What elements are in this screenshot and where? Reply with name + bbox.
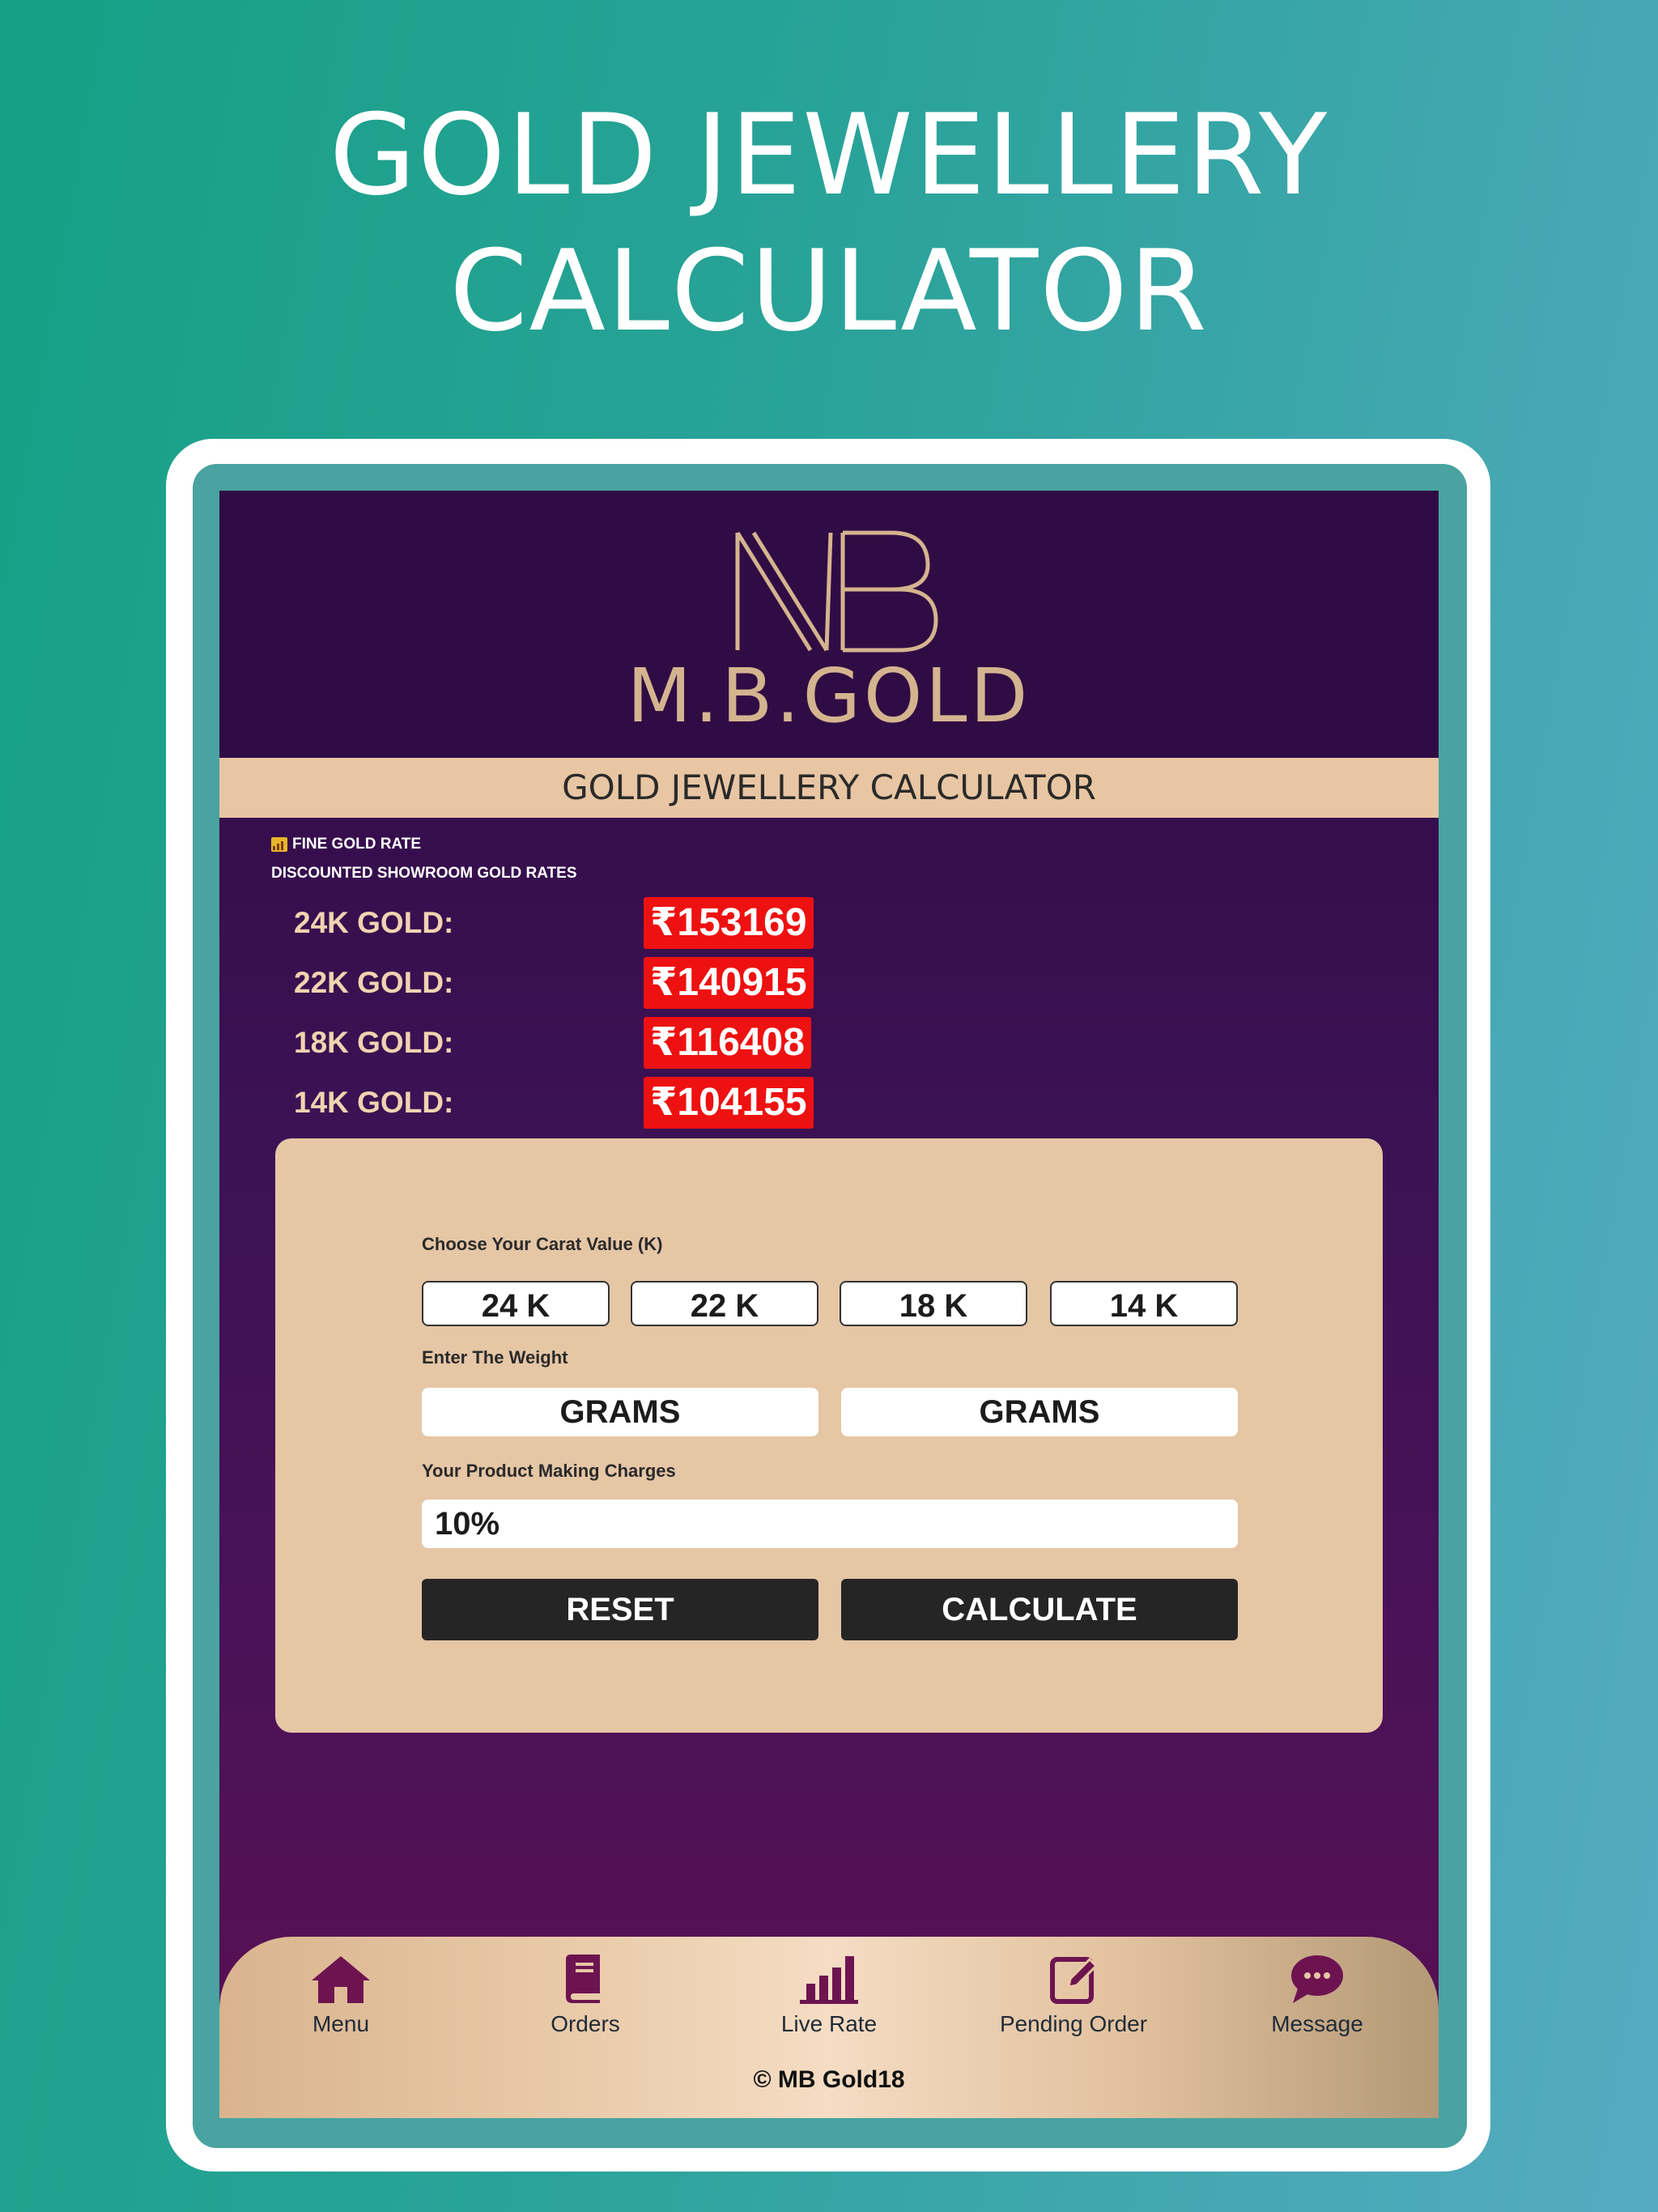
rate-row-18k: 18K GOLD: ₹116408: [294, 1017, 942, 1069]
weight-grams-input-2[interactable]: GRAMS: [841, 1388, 1238, 1436]
making-charges-input[interactable]: 10%: [422, 1499, 1238, 1548]
nav-item-pending-order[interactable]: Pending Order: [993, 1953, 1154, 2037]
carat-label: Choose Your Carat Value (K): [422, 1234, 663, 1254]
calculator-card: Choose Your Carat Value (K) 24 K 22 K 18…: [275, 1138, 1383, 1733]
app-screen: M.B.GOLD GOLD JEWELLERY CALCULATOR FINE …: [219, 491, 1439, 2118]
nav-label: Menu: [312, 2011, 370, 2036]
nav-label: Orders: [551, 2011, 620, 2036]
brand-name: M.B.GOLD: [627, 653, 1031, 739]
page-title: GOLD JEWELLERY CALCULATOR: [219, 758, 1439, 818]
edit-icon: [1050, 1957, 1099, 2004]
home-icon: [312, 1956, 370, 2003]
rate-value-badge: ₹116408: [644, 1017, 811, 1069]
making-charges-label: Your Product Making Charges: [422, 1461, 676, 1481]
nav-item-live-rate[interactable]: Live Rate: [748, 1953, 910, 2037]
carat-18k-button[interactable]: 18 K: [840, 1281, 1027, 1326]
chart-icon: [271, 837, 287, 852]
nav-item-menu[interactable]: Menu: [260, 1953, 422, 2037]
copyright-text: © MB Gold18: [753, 2066, 905, 2093]
carat-22k-button[interactable]: 22 K: [631, 1281, 818, 1326]
discounted-rates-subheading: DISCOUNTED SHOWROOM GOLD RATES: [271, 865, 577, 882]
rate-value-badge: ₹153169: [644, 897, 814, 949]
reset-button[interactable]: RESET: [422, 1579, 818, 1640]
calculate-button[interactable]: CALCULATE: [841, 1579, 1238, 1640]
carat-24k-button[interactable]: 24 K: [422, 1281, 610, 1326]
weight-label: Enter The Weight: [422, 1347, 568, 1368]
nav-label: Live Rate: [780, 2011, 878, 2036]
rate-value-badge: ₹140915: [644, 957, 814, 1009]
nav-label: Message: [1271, 2011, 1363, 2036]
fine-gold-rate-label: FINE GOLD RATE: [292, 836, 422, 853]
bottom-nav: Menu Orders Live Rate Pending Order Mess…: [219, 1937, 1439, 2118]
rate-row-14k: 14K GOLD: ₹104155: [294, 1077, 942, 1129]
carat-14k-button[interactable]: 14 K: [1050, 1281, 1238, 1326]
bar-chart-icon: [800, 1956, 858, 2004]
weight-grams-input[interactable]: GRAMS: [422, 1388, 818, 1436]
promo-title-line-1: GOLD JEWELLERY: [329, 90, 1329, 220]
rate-label: 18K GOLD:: [294, 1026, 454, 1059]
logo-header: M.B.GOLD: [219, 491, 1439, 758]
rate-label: 14K GOLD:: [294, 1086, 454, 1119]
rate-row-24k: 24K GOLD: ₹153169: [294, 897, 942, 949]
chat-icon: [1291, 1955, 1343, 2003]
rate-label: 24K GOLD:: [294, 906, 454, 939]
fine-gold-rate-heading: FINE GOLD RATE: [271, 836, 421, 853]
nav-item-orders[interactable]: Orders: [504, 1953, 666, 2037]
nav-label: Pending Order: [999, 2011, 1148, 2036]
rate-row-22k: 22K GOLD: ₹140915: [294, 957, 942, 1009]
rate-label: 22K GOLD:: [294, 966, 454, 999]
rate-value-badge: ₹104155: [644, 1077, 814, 1129]
nav-item-message[interactable]: Message: [1236, 1953, 1398, 2037]
promo-title-line-2: CALCULATOR: [449, 226, 1209, 356]
promo-title: GOLD JEWELLERY CALCULATOR: [0, 87, 1658, 359]
book-icon: [566, 1955, 600, 2003]
